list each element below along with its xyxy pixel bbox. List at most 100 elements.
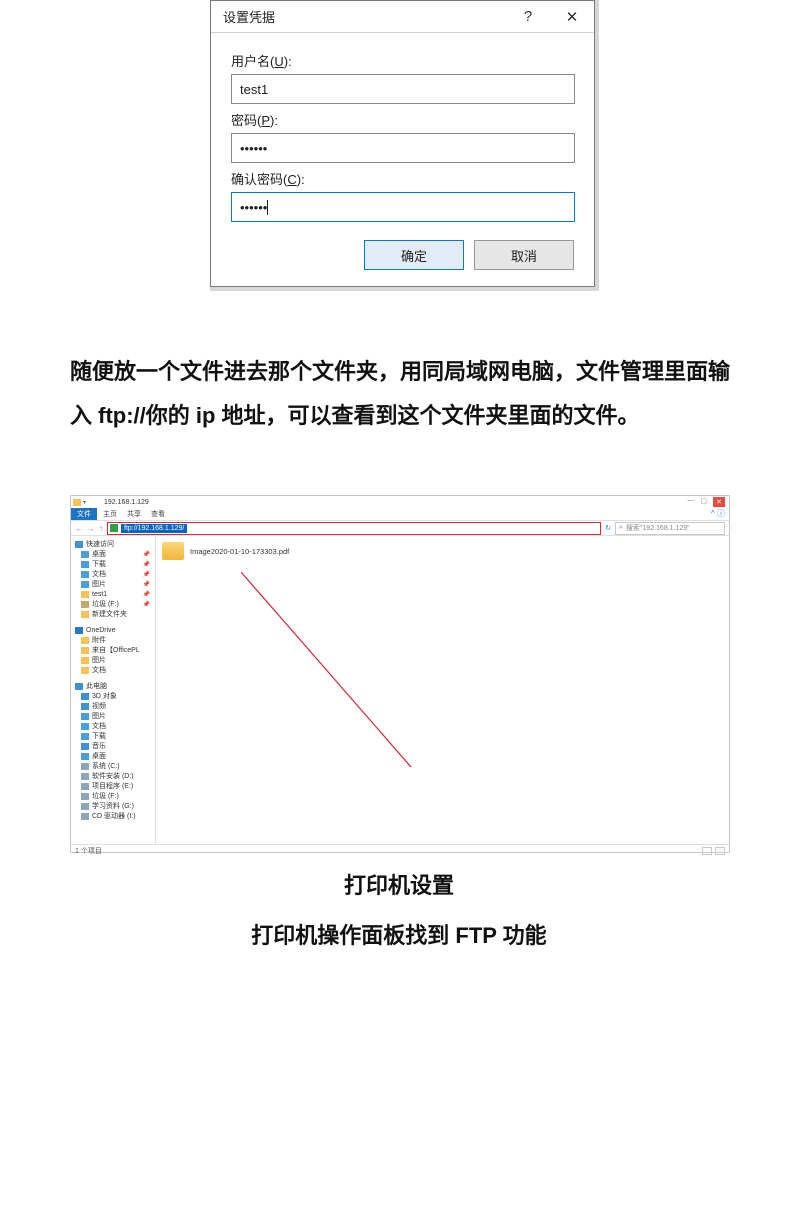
- refresh-icon[interactable]: ↻: [605, 524, 611, 532]
- sidebar-desktop2[interactable]: 桌面: [73, 751, 153, 761]
- username-value: test1: [240, 82, 268, 97]
- desktop-icon: [81, 551, 89, 558]
- ribbon-tab-file[interactable]: 文件: [71, 508, 97, 520]
- view-mode-buttons: [702, 847, 725, 855]
- sidebar-cd-drive[interactable]: CD 驱动器 (I:): [73, 811, 153, 821]
- sidebar-attachments[interactable]: 附件: [73, 635, 153, 645]
- sidebar-drive-g[interactable]: 学习资料 (G:): [73, 801, 153, 811]
- titlebar-buttons: ? ✕: [506, 1, 594, 32]
- desktop-icon: [81, 753, 89, 760]
- picture-icon: [81, 713, 89, 720]
- pin-icon: 📌: [143, 581, 153, 588]
- password-input[interactable]: ••••••: [231, 133, 575, 163]
- minimize-icon[interactable]: —: [687, 497, 694, 507]
- close-button[interactable]: ✕: [550, 1, 594, 32]
- ribbon-help-icon[interactable]: ^ ⓘ: [711, 508, 729, 520]
- confirm-password-input[interactable]: ••••••: [231, 192, 575, 222]
- printer-section: 打印机设置 打印机操作面板找到 FTP 功能: [0, 868, 798, 950]
- dialog-title: 设置凭据: [223, 7, 275, 26]
- cube-icon: [81, 693, 89, 700]
- sidebar-pictures[interactable]: 图片📌: [73, 579, 153, 589]
- drive-icon: [81, 793, 89, 800]
- up-icon[interactable]: ↑: [99, 524, 103, 533]
- ribbon-tab-view[interactable]: 查看: [151, 509, 165, 519]
- forward-icon[interactable]: →: [87, 524, 95, 533]
- ribbon-tab-home[interactable]: 主页: [103, 509, 117, 519]
- maximize-icon[interactable]: ▢: [700, 497, 707, 507]
- file-icon: [162, 542, 184, 560]
- explorer-body: 快速访问 桌面📌 下载📌 文档📌 图片📌 test1📌 垃圾 (F:)📌 新建文…: [71, 536, 729, 844]
- ribbon-tabs: 主页 共享 查看: [97, 508, 165, 520]
- search-input[interactable]: ⌕ 搜索"192.168.1.129": [615, 522, 725, 535]
- sidebar-documents[interactable]: 文档📌: [73, 569, 153, 579]
- view-icons-icon[interactable]: [715, 847, 725, 855]
- help-button[interactable]: ?: [506, 1, 550, 32]
- ok-button[interactable]: 确定: [364, 240, 464, 270]
- file-name: Image2020-01-10-173303.pdf: [190, 547, 289, 556]
- sidebar-documents2[interactable]: 文档: [73, 665, 153, 675]
- explorer-sidebar: 快速访问 桌面📌 下载📌 文档📌 图片📌 test1📌 垃圾 (F:)📌 新建文…: [71, 536, 156, 844]
- pin-icon: 📌: [143, 601, 153, 608]
- download-icon: [81, 561, 89, 568]
- sidebar-videos[interactable]: 视频: [73, 701, 153, 711]
- sidebar-from-office[interactable]: 来自【OfficePL: [73, 645, 153, 655]
- explorer-statusbar: 1 个项目: [71, 844, 729, 856]
- sidebar-downloads2[interactable]: 下载: [73, 731, 153, 741]
- sidebar-drive-f[interactable]: 垃圾 (F:): [73, 791, 153, 801]
- close-icon[interactable]: ✕: [713, 497, 725, 507]
- down-icon: ▾: [83, 499, 86, 506]
- instruction-text: 随便放一个文件进去那个文件夹，用同局域网电脑，文件管理里面输入 ftp://你的…: [70, 350, 730, 438]
- password-label: 密码(P):: [231, 110, 574, 129]
- sidebar-drive-d[interactable]: 软件安装 (D:): [73, 771, 153, 781]
- video-icon: [81, 703, 89, 710]
- ribbon-tab-share[interactable]: 共享: [127, 509, 141, 519]
- cancel-button[interactable]: 取消: [474, 240, 574, 270]
- back-icon[interactable]: ←: [75, 524, 83, 533]
- view-details-icon[interactable]: [702, 847, 712, 855]
- password-value: ••••••: [240, 141, 267, 156]
- search-icon: ⌕: [619, 524, 623, 532]
- sidebar-test1[interactable]: test1📌: [73, 589, 153, 599]
- sidebar-drive-c[interactable]: 系统 (C:): [73, 761, 153, 771]
- sidebar-pictures2[interactable]: 图片: [73, 655, 153, 665]
- drive-icon: [81, 773, 89, 780]
- sidebar-drive-e[interactable]: 项目程序 (E:): [73, 781, 153, 791]
- sidebar-desktop[interactable]: 桌面📌: [73, 549, 153, 559]
- credentials-dialog: 设置凭据 ? ✕ 用户名(U): test1 密码(P): •••••• 确认密…: [210, 0, 595, 287]
- explorer-titlebar: ▾ 192.168.1.129 — ▢ ✕: [71, 496, 729, 508]
- folder-icon: [81, 637, 89, 644]
- sidebar-new-folder[interactable]: 新建文件夹: [73, 609, 153, 619]
- picture-icon: [81, 581, 89, 588]
- sidebar-trash[interactable]: 垃圾 (F:)📌: [73, 599, 153, 609]
- confirm-password-label: 确认密码(C):: [231, 169, 574, 188]
- sidebar-pictures3[interactable]: 图片: [73, 711, 153, 721]
- star-icon: [75, 541, 83, 548]
- folder-icon: [81, 611, 89, 618]
- pin-icon: 📌: [143, 591, 153, 598]
- drive-icon: [81, 601, 89, 608]
- instruction-line: 随便放一个文件进去那个文件夹，用同局域网电脑，文件管理里面输入 ftp://你的…: [70, 350, 730, 438]
- pin-icon: 📌: [143, 551, 153, 558]
- sidebar-onedrive[interactable]: OneDrive: [73, 625, 153, 635]
- nav-arrows: ← → ↑: [75, 524, 103, 533]
- sidebar-this-pc[interactable]: 此电脑: [73, 681, 153, 691]
- dialog-titlebar: 设置凭据 ? ✕: [211, 1, 594, 33]
- onedrive-icon: [75, 627, 83, 634]
- pin-icon: 📌: [143, 561, 153, 568]
- username-label: 用户名(U):: [231, 51, 574, 70]
- document-icon: [81, 723, 89, 730]
- window-buttons: — ▢ ✕: [687, 497, 729, 507]
- printer-title: 打印机设置: [0, 868, 798, 900]
- sidebar-music[interactable]: 音乐: [73, 741, 153, 751]
- folder-icon: [81, 667, 89, 674]
- username-input[interactable]: test1: [231, 74, 575, 104]
- drive-icon: [81, 783, 89, 790]
- address-bar[interactable]: ftp://192.168.1.129/: [107, 522, 601, 535]
- file-item[interactable]: Image2020-01-10-173303.pdf: [162, 542, 723, 560]
- sidebar-3d-objects[interactable]: 3D 对象: [73, 691, 153, 701]
- globe-icon: [110, 524, 118, 532]
- sidebar-downloads[interactable]: 下载📌: [73, 559, 153, 569]
- sidebar-documents3[interactable]: 文档: [73, 721, 153, 731]
- sidebar-quick-access[interactable]: 快速访问: [73, 539, 153, 549]
- explorer-ribbon: 文件 主页 共享 查看 ^ ⓘ: [71, 508, 729, 520]
